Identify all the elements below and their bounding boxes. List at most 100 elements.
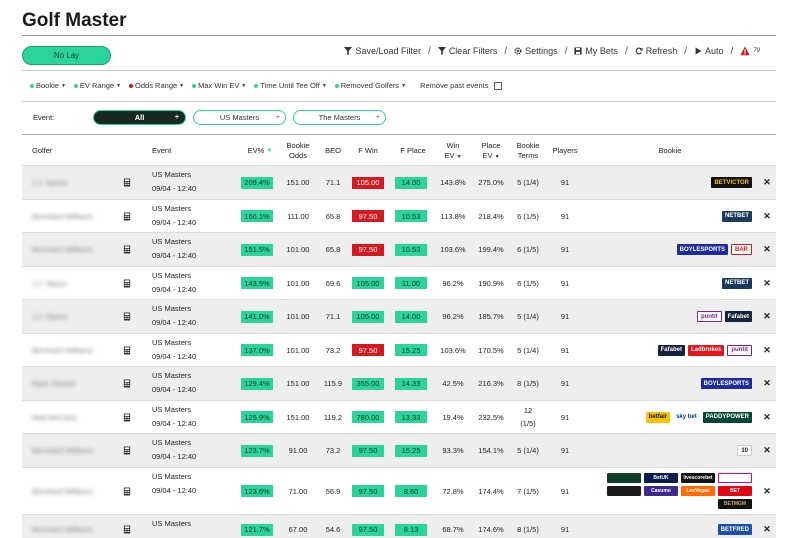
calculator-icon[interactable]: [123, 434, 133, 467]
settings-button[interactable]: Settings: [514, 46, 558, 56]
golfer-name[interactable]: Matt McCarty: [32, 401, 112, 433]
calculator-icon[interactable]: [123, 200, 133, 232]
col-ev-pct[interactable]: EV% ▼: [240, 138, 280, 164]
bookie-logo-betfred[interactable]: BETFRED: [717, 524, 752, 535]
bookie-logo-betmgm[interactable]: BETMGM: [718, 499, 752, 509]
col-f-place[interactable]: F Place: [395, 138, 431, 164]
golfer-name[interactable]: Ryan Gerard: [32, 367, 112, 400]
table-row[interactable]: Bernhard Williams US Masters 09/04 - 12:40…: [22, 467, 776, 514]
event-pill-the-masters[interactable]: The Masters +: [293, 110, 386, 125]
table-row[interactable]: Bernhard Williams US Masters 121.7% 67.00 54…: [22, 514, 776, 538]
filter-max-win-ev[interactable]: Max Win EV ▼: [192, 81, 246, 90]
bookie-logo-bar[interactable]: BAR: [731, 244, 752, 255]
golfer-name[interactable]: Bernhard Williams: [32, 334, 112, 366]
close-icon[interactable]: ✕: [762, 367, 772, 400]
col-beo[interactable]: BEO: [319, 138, 347, 164]
filter-removed-golfers[interactable]: Removed Golfers ▼: [334, 81, 406, 90]
remove-past-events[interactable]: Remove past events: [420, 81, 503, 90]
golfer-name[interactable]: Bernhard Williams: [32, 434, 112, 467]
col-f-win[interactable]: F Win: [352, 138, 384, 164]
bookie-logo-bookie-b[interactable]: [718, 473, 752, 483]
calculator-icon[interactable]: [123, 233, 133, 266]
refresh-button[interactable]: Refresh: [635, 46, 677, 56]
bookie-logo-betuk[interactable]: BetUK: [644, 473, 678, 483]
col-bookie[interactable]: Bookie: [650, 138, 690, 164]
golfer-name[interactable]: J.J. Spaun: [32, 166, 112, 199]
close-icon[interactable]: ✕: [762, 300, 772, 333]
col-players[interactable]: Players: [550, 138, 580, 164]
warnings-button[interactable]: 79: [740, 46, 760, 56]
filter-time-until-tee-off[interactable]: Time Until Tee Off ▼: [254, 81, 327, 90]
bookie-logo-fafabet[interactable]: Fafabet: [657, 344, 685, 356]
close-icon[interactable]: ✕: [762, 334, 772, 366]
table-row[interactable]: Bernhard Williams US Masters 09/04 - 12:40…: [22, 333, 776, 366]
col-event[interactable]: Event: [152, 138, 171, 164]
calculator-icon[interactable]: [123, 468, 133, 514]
calculator-icon[interactable]: [123, 367, 133, 400]
golfer-name[interactable]: J.J. Spaun: [32, 267, 112, 299]
table-row[interactable]: Bernhard Williams US Masters 09/04 - 12:40…: [22, 232, 776, 266]
close-icon[interactable]: ✕: [762, 401, 772, 433]
filter-odds-range[interactable]: Odds Range ▼: [129, 81, 184, 90]
table-row[interactable]: Bernhard Williams US Masters 09/04 - 12:40…: [22, 199, 776, 232]
bookie-logo-betvictor[interactable]: BETVICTOR: [711, 177, 752, 188]
my-bets-button[interactable]: My Bets: [574, 46, 618, 56]
event-pill-all[interactable]: All +: [93, 110, 186, 125]
calculator-icon[interactable]: [123, 300, 133, 333]
close-icon[interactable]: ✕: [762, 166, 772, 199]
close-icon[interactable]: ✕: [762, 233, 772, 266]
no-lay-toggle[interactable]: No Lay: [22, 46, 111, 65]
table-row[interactable]: Matt McCarty US Masters 09/04 - 12:40 125.9…: [22, 400, 776, 433]
golfer-name[interactable]: Bernhard Williams: [32, 515, 112, 538]
bookie-logo-boylesports[interactable]: BOYLESPORTS: [700, 378, 752, 389]
calculator-icon[interactable]: [123, 166, 133, 199]
golfer-name[interactable]: Bernhard Williams: [32, 200, 112, 232]
bookie-logo-betfair[interactable]: betfair: [645, 411, 671, 423]
table-row[interactable]: Ryan Gerard US Masters 09/04 - 12:40 129.4%…: [22, 366, 776, 400]
bookie-logo-ladbrokes[interactable]: Ladbrokes: [687, 344, 725, 356]
remove-past-checkbox[interactable]: [494, 81, 503, 90]
col-win-ev[interactable]: Win EV ▼: [436, 138, 470, 164]
bookie-logo-netbet[interactable]: NETBET: [722, 210, 752, 222]
table-row[interactable]: Bernhard Williams US Masters 09/04 - 12:40…: [22, 433, 776, 467]
clear-filters-button[interactable]: Clear Filters: [437, 46, 497, 56]
bookie-logo-livescorebet[interactable]: livescorebet: [681, 473, 715, 483]
bookie-logo-puntit[interactable]: puntit: [696, 311, 722, 322]
table-row[interactable]: J.J. Spaun US Masters 09/04 - 12:40 209.4% 1…: [22, 165, 776, 199]
bookie-logo-10bet[interactable]: 10: [737, 445, 752, 456]
filter-bookie[interactable]: Bookie ▼: [30, 81, 66, 90]
auto-button[interactable]: Auto: [694, 46, 724, 56]
bookie-logo-ybet[interactable]: BET: [718, 486, 752, 496]
bookie-logo-skybet[interactable]: sky bet: [673, 411, 700, 423]
col-golfer[interactable]: Golfer: [32, 138, 52, 164]
close-icon[interactable]: ✕: [762, 434, 772, 467]
golfer-name[interactable]: J.J. Spaun: [32, 300, 112, 333]
bookie-logo-paddypower[interactable]: PADDYPOWER: [702, 411, 752, 423]
golfer-name[interactable]: Bernhard Williams: [32, 468, 112, 514]
col-bookie-odds[interactable]: Bookie Odds: [283, 138, 313, 164]
bookie-logo-fafabet[interactable]: Fafabet: [724, 311, 752, 322]
golfer-name[interactable]: Bernhard Williams: [32, 233, 112, 266]
table-row[interactable]: J.J. Spaun US Masters 09/04 - 12:40 143.5% 1…: [22, 266, 776, 299]
col-bookie-terms[interactable]: Bookie Terms: [510, 138, 546, 164]
save-load-filter-button[interactable]: Save/Load Filter: [344, 46, 421, 56]
bookie-logo-bookie-a[interactable]: [607, 473, 641, 483]
filter-ev-range[interactable]: EV Range ▼: [73, 81, 121, 90]
close-icon[interactable]: ✕: [762, 267, 772, 299]
bookie-logo-bookie-c[interactable]: [607, 486, 641, 496]
event-pill-us-masters[interactable]: US Masters +: [193, 110, 286, 125]
close-icon[interactable]: ✕: [762, 200, 772, 232]
table-row[interactable]: J.J. Spaun US Masters 09/04 - 12:40 141.0% 1…: [22, 299, 776, 333]
close-icon[interactable]: ✕: [762, 515, 772, 538]
bookie-logo-puntit[interactable]: puntit: [727, 344, 752, 356]
bookie-logo-netbet[interactable]: NETBET: [722, 277, 752, 289]
bookie-logo-casumo[interactable]: Casumo: [644, 486, 678, 496]
calculator-icon[interactable]: [123, 334, 133, 366]
calculator-icon[interactable]: [123, 515, 133, 538]
col-place-ev[interactable]: Place EV ▼: [474, 138, 508, 164]
close-icon[interactable]: ✕: [762, 468, 772, 514]
bookie-logo-leovegas[interactable]: LeoVegas: [681, 486, 715, 496]
calculator-icon[interactable]: [123, 267, 133, 299]
bookie-logo-boylesports[interactable]: BOYLESPORTS: [676, 244, 728, 255]
calculator-icon[interactable]: [123, 401, 133, 433]
